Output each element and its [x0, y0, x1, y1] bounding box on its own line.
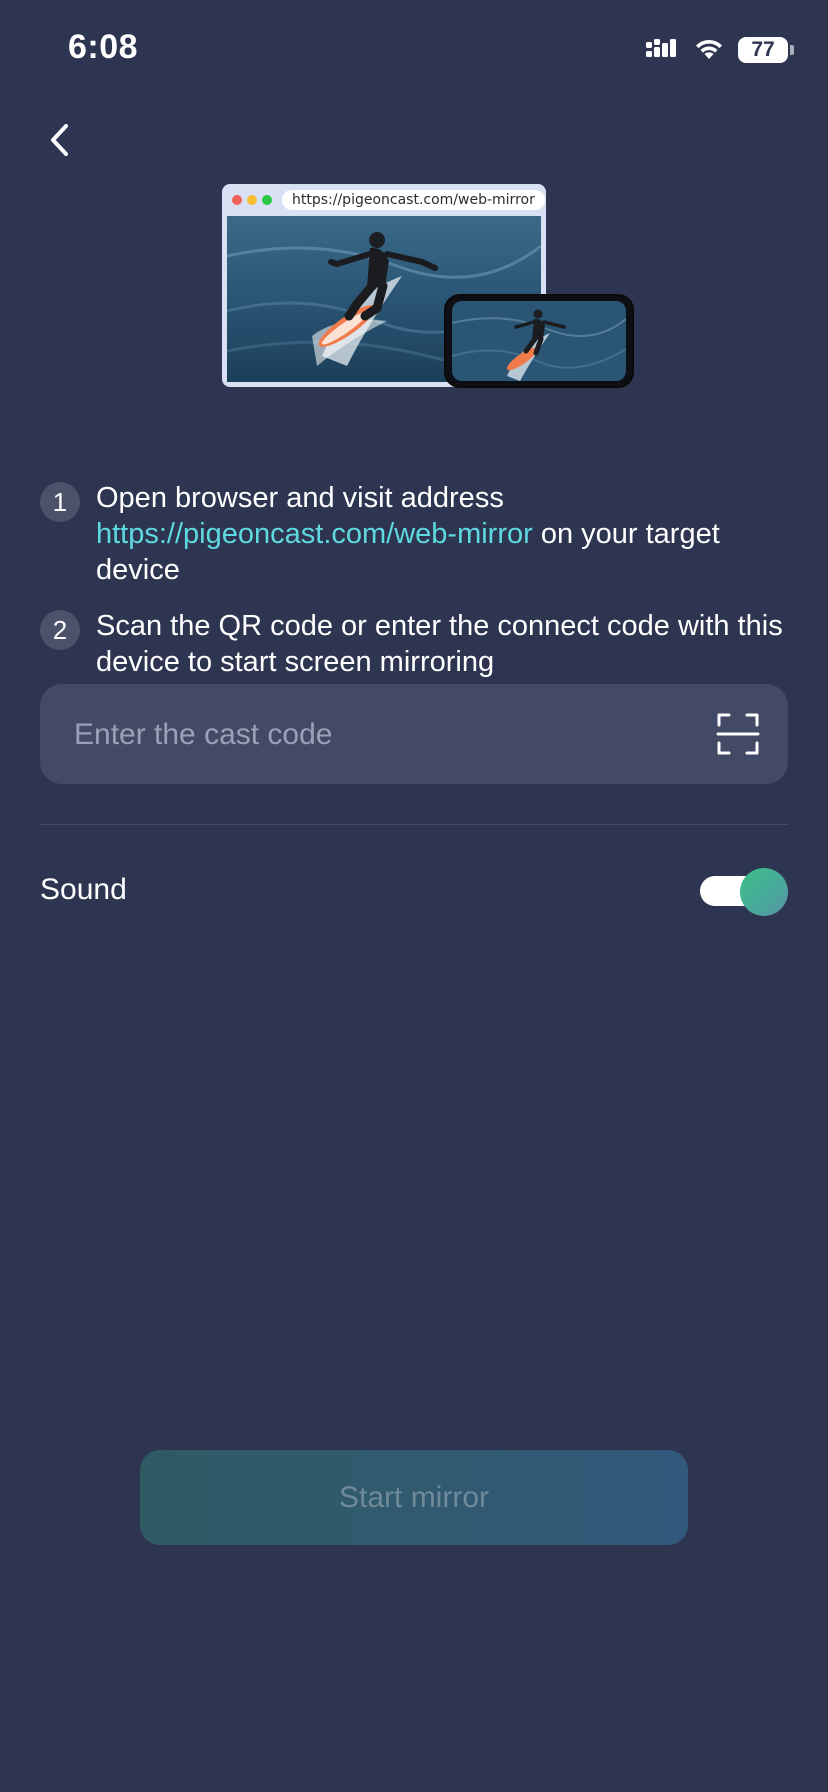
step-2: 2 Scan the QR code or enter the connect …	[40, 608, 790, 680]
step-text: Open browser and visit address https://p…	[96, 480, 790, 588]
minimize-dot	[247, 195, 257, 205]
battery-cap	[790, 45, 794, 55]
sound-toggle[interactable]	[700, 868, 788, 916]
back-button[interactable]	[38, 116, 82, 164]
hero-illustration: https://pigeoncast.com/web-mirror	[222, 184, 636, 390]
battery-icon: 77	[738, 37, 788, 63]
status-icons: 77	[646, 32, 794, 68]
phone-illustration	[444, 294, 634, 388]
phone-surfer-image	[452, 301, 626, 381]
step-number: 2	[40, 610, 80, 650]
step-number: 1	[40, 482, 80, 522]
step-text-before: Open browser and visit address	[96, 482, 504, 514]
step-text: Scan the QR code or enter the connect co…	[96, 610, 783, 678]
battery-level: 77	[751, 38, 775, 61]
step-1: 1 Open browser and visit address https:/…	[40, 480, 790, 588]
instruction-steps: 1 Open browser and visit address https:/…	[40, 480, 790, 700]
signal-icon	[646, 39, 676, 57]
web-mirror-link[interactable]: https://pigeoncast.com/web-mirror	[96, 518, 533, 550]
browser-url: https://pigeoncast.com/web-mirror	[282, 190, 545, 210]
close-dot	[232, 195, 242, 205]
toggle-knob	[740, 868, 788, 916]
status-time: 6:08	[68, 28, 139, 66]
chevron-left-icon	[51, 124, 68, 156]
maximize-dot	[262, 195, 272, 205]
wifi-icon	[696, 39, 722, 59]
divider	[40, 824, 788, 825]
cast-code-input[interactable]	[72, 684, 696, 786]
browser-bar: https://pigeoncast.com/web-mirror	[222, 184, 546, 216]
cast-code-field	[40, 684, 788, 786]
qr-scan-icon	[716, 713, 760, 755]
qr-scan-button[interactable]	[716, 712, 760, 756]
sound-label: Sound	[40, 873, 127, 906]
status-bar: 6:08 77	[0, 0, 828, 100]
start-mirror-button[interactable]: Start mirror	[140, 1450, 688, 1545]
